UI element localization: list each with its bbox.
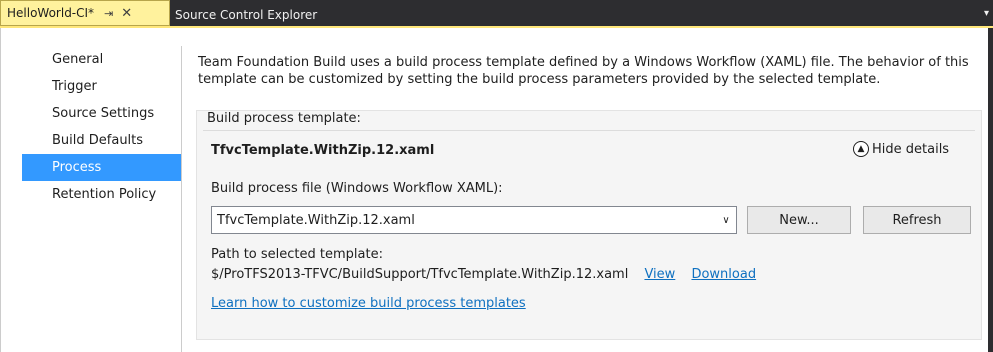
chevron-down-icon[interactable]: ▾ [984,8,989,19]
document-tab-strip: HelloWorld-CI* ⇥ ✕ Source Control Explor… [0,0,993,28]
sidebar-item-retention-policy[interactable]: Retention Policy [22,181,181,208]
dropdown-value: TfvcTemplate.WithZip.12.xaml [217,212,415,228]
pin-icon[interactable]: ⇥ [104,7,113,20]
tab-source-control-explorer[interactable]: Source Control Explorer [171,3,321,26]
template-path: $/ProTFS2013-TFVC/BuildSupport/TfvcTempl… [211,267,629,282]
panel-label: Build process template: [207,111,361,126]
template-name: TfvcTemplate.WithZip.12.xaml [211,143,435,158]
view-link[interactable]: View [644,267,675,282]
process-description: Team Foundation Build uses a build proce… [198,55,969,87]
hide-details-label: Hide details [872,141,950,157]
sidebar-item-build-defaults[interactable]: Build Defaults [22,127,181,154]
tab-helloworld-ci[interactable]: HelloWorld-CI* ⇥ ✕ [0,0,170,26]
hide-details-button[interactable]: ▲ Hide details [853,141,949,157]
build-process-file-label: Build process file (Windows Workflow XAM… [211,181,503,196]
close-icon[interactable]: ✕ [121,6,132,21]
chevron-up-circle-icon: ▲ [853,141,869,157]
build-process-template-panel: Build process template: TfvcTemplate.Wit… [196,110,982,340]
panel-divider [203,130,975,131]
frame-border-left [0,28,1,352]
new-button[interactable]: New... [747,206,851,234]
download-link[interactable]: Download [691,267,756,282]
sidebar-item-general[interactable]: General [22,46,181,73]
learn-link-container: Learn how to customize build process tem… [211,296,526,311]
frame-border-right [988,28,993,352]
chevron-down-icon[interactable]: ∨ [716,215,736,226]
sidebar-item-trigger[interactable]: Trigger [22,73,181,100]
tab-title: HelloWorld-CI* [7,6,95,20]
sidebar-item-source-settings[interactable]: Source Settings [22,100,181,127]
refresh-button[interactable]: Refresh [863,206,971,234]
build-process-file-dropdown[interactable]: TfvcTemplate.WithZip.12.xaml ∨ [211,206,737,234]
learn-customize-link[interactable]: Learn how to customize build process tem… [211,296,526,311]
path-label: Path to selected template: [211,247,383,262]
sidebar-item-process[interactable]: Process [22,154,181,181]
tab-title: Source Control Explorer [175,7,318,22]
path-row: $/ProTFS2013-TFVC/BuildSupport/TfvcTempl… [211,267,756,282]
sidebar-nav: General Trigger Source Settings Build De… [22,46,182,352]
